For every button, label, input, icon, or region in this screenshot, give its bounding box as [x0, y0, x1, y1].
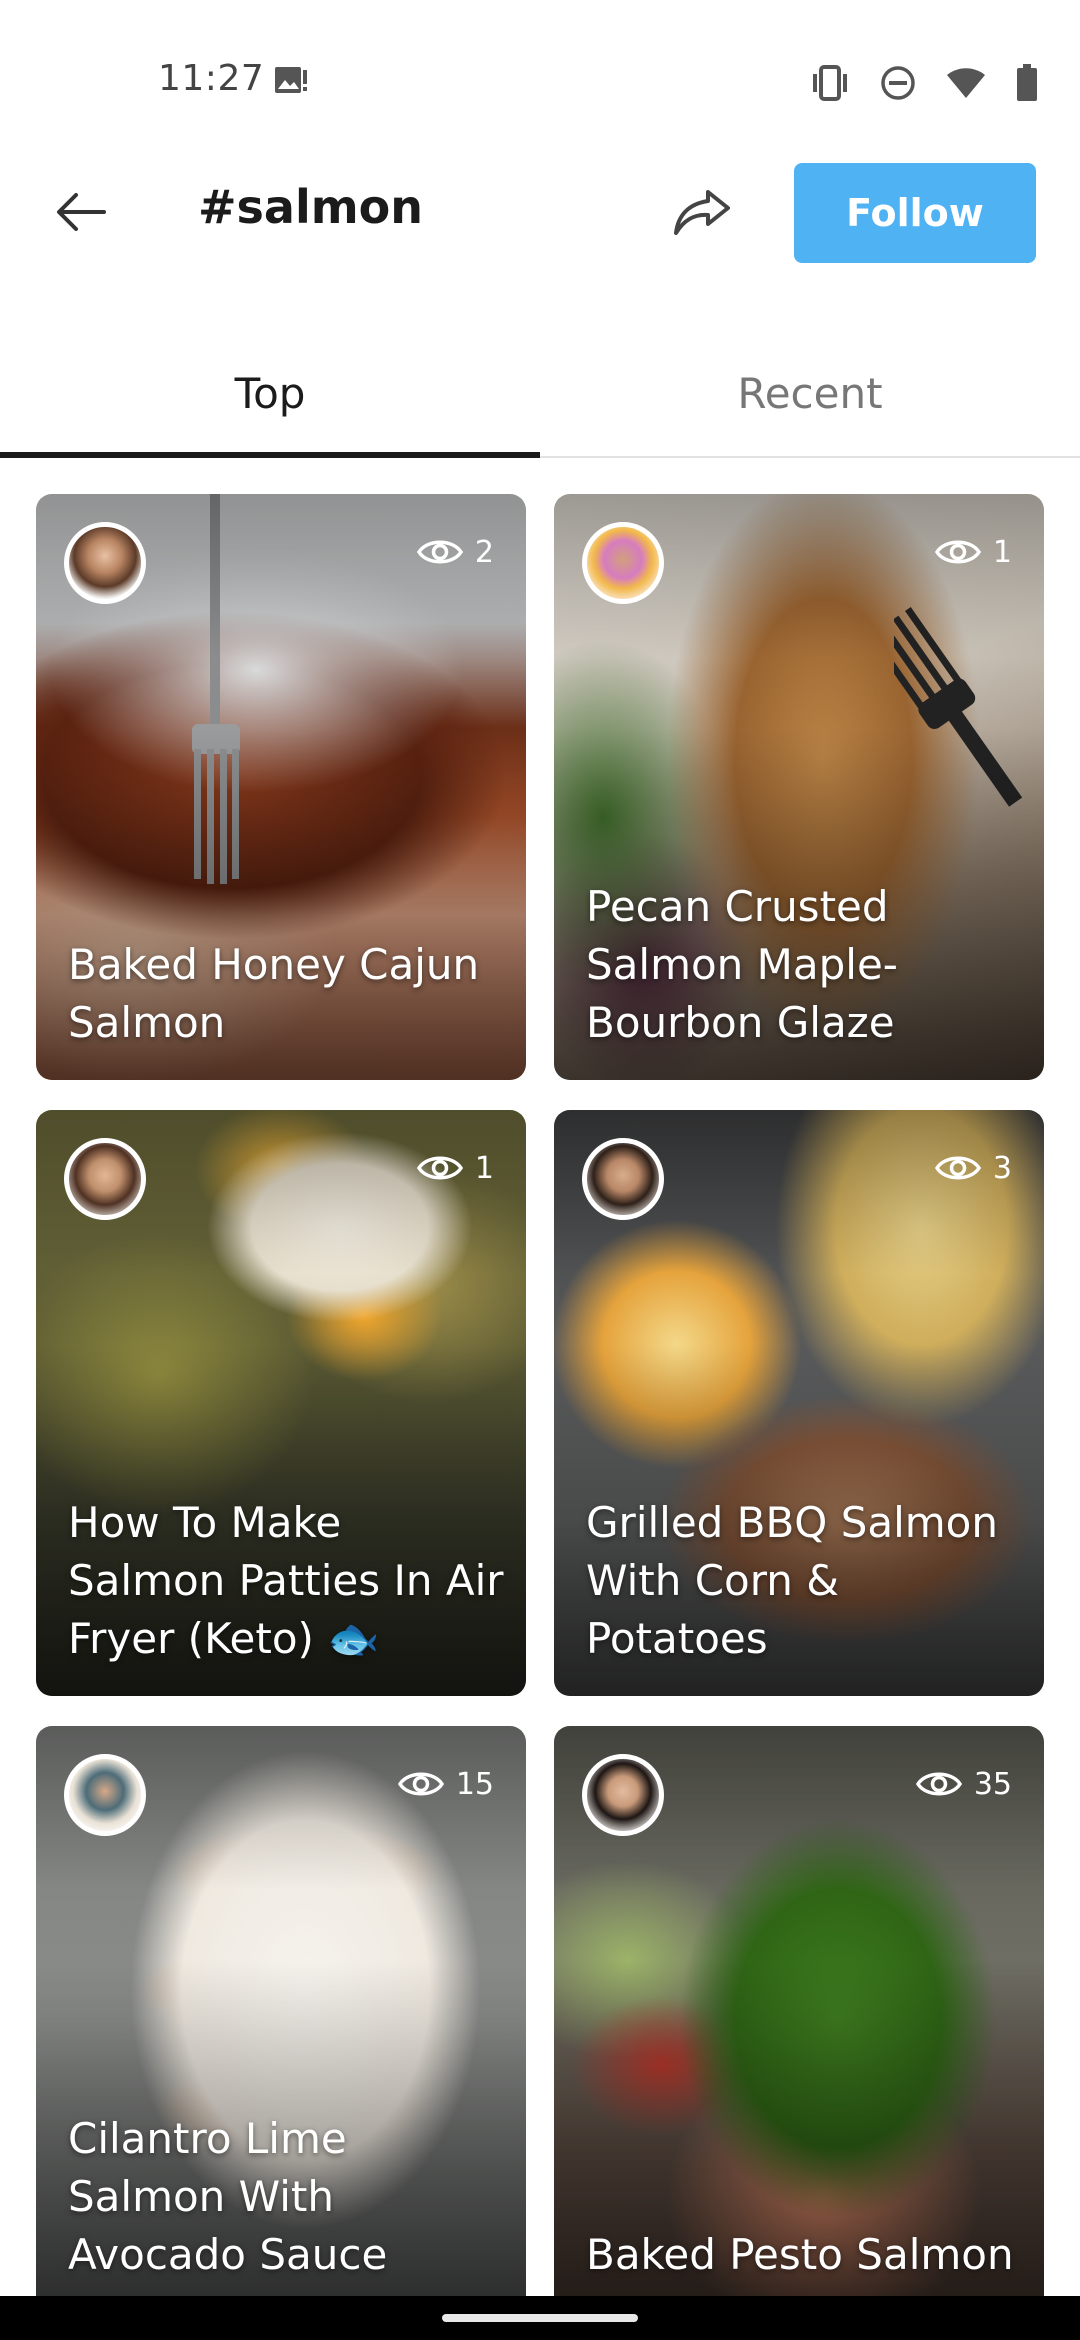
view-count: 3	[934, 1144, 1012, 1192]
eye-icon	[397, 1772, 444, 1796]
recipe-card[interactable]: 35 Baked Pesto Salmon	[554, 1726, 1044, 2312]
wifi-icon	[947, 68, 985, 98]
view-count-value: 35	[973, 1766, 1012, 1802]
eye-icon	[416, 540, 463, 564]
tab-recent[interactable]: Recent	[540, 330, 1080, 456]
recipe-card[interactable]: 2 Baked Honey Cajun Salmon	[36, 494, 526, 1080]
follow-button[interactable]: Follow	[794, 163, 1036, 263]
recipe-title: Grilled BBQ Salmon With Corn & Potatoes	[586, 1498, 999, 1663]
page-title: #salmon	[198, 180, 424, 234]
avatar[interactable]	[64, 1754, 146, 1836]
recipe-title: Cilantro Lime Salmon With Avocado Sauce	[68, 2114, 388, 2279]
tab-top-label: Top	[234, 368, 306, 418]
view-count: 2	[416, 528, 494, 576]
view-count-value: 1	[992, 534, 1012, 570]
eye-icon	[934, 1156, 981, 1180]
vibrate-icon	[813, 65, 847, 101]
recipe-title: Baked Honey Cajun Salmon	[68, 940, 480, 1047]
status-bar: 11:27	[0, 0, 1080, 150]
avatar[interactable]	[582, 1138, 664, 1220]
recipe-card[interactable]: 3 Grilled BBQ Salmon With Corn & Potatoe…	[554, 1110, 1044, 1696]
back-button[interactable]	[44, 176, 116, 248]
view-count: 35	[915, 1760, 1012, 1808]
tab-top[interactable]: Top	[0, 330, 540, 458]
share-button[interactable]	[666, 176, 738, 248]
view-count: 1	[934, 528, 1012, 576]
status-time: 11:27	[158, 58, 265, 99]
eye-icon	[915, 1772, 962, 1796]
view-count-value: 1	[474, 1150, 494, 1186]
eye-icon	[934, 540, 981, 564]
home-gesture-handle[interactable]	[442, 2314, 638, 2322]
avatar[interactable]	[64, 1138, 146, 1220]
recipe-title: Baked Pesto Salmon	[586, 2230, 1014, 2279]
recipe-card[interactable]: 15 Cilantro Lime Salmon With Avocado Sau…	[36, 1726, 526, 2312]
recipe-card[interactable]: 1 How To Make Salmon Patties In Air Frye…	[36, 1110, 526, 1696]
status-icons	[810, 62, 1038, 104]
do-not-disturb-icon	[881, 66, 915, 100]
view-count: 15	[397, 1760, 494, 1808]
share-icon	[674, 190, 730, 235]
recipe-title: Pecan Crusted Salmon Maple-Bourbon Glaze	[586, 882, 898, 1047]
navigation-bar	[0, 2296, 1080, 2340]
avatar[interactable]	[582, 1754, 664, 1836]
tab-indicator	[0, 452, 540, 458]
tab-recent-label: Recent	[737, 368, 883, 418]
image-notification-icon	[275, 67, 307, 93]
view-count-value: 3	[992, 1150, 1012, 1186]
view-count-value: 2	[474, 534, 494, 570]
eye-icon	[416, 1156, 463, 1180]
avatar[interactable]	[582, 522, 664, 604]
recipe-card[interactable]: 1 Pecan Crusted Salmon Maple-Bourbon Gla…	[554, 494, 1044, 1080]
avatar[interactable]	[64, 522, 146, 604]
app-bar: #salmon Follow	[0, 150, 1080, 276]
recipe-title: How To Make Salmon Patties In Air Fryer …	[68, 1498, 504, 1663]
arrow-left-icon	[57, 193, 106, 231]
battery-icon	[1017, 64, 1037, 101]
view-count: 1	[416, 1144, 494, 1192]
tab-bar: Top Recent	[0, 330, 1080, 458]
view-count-value: 15	[455, 1766, 494, 1802]
